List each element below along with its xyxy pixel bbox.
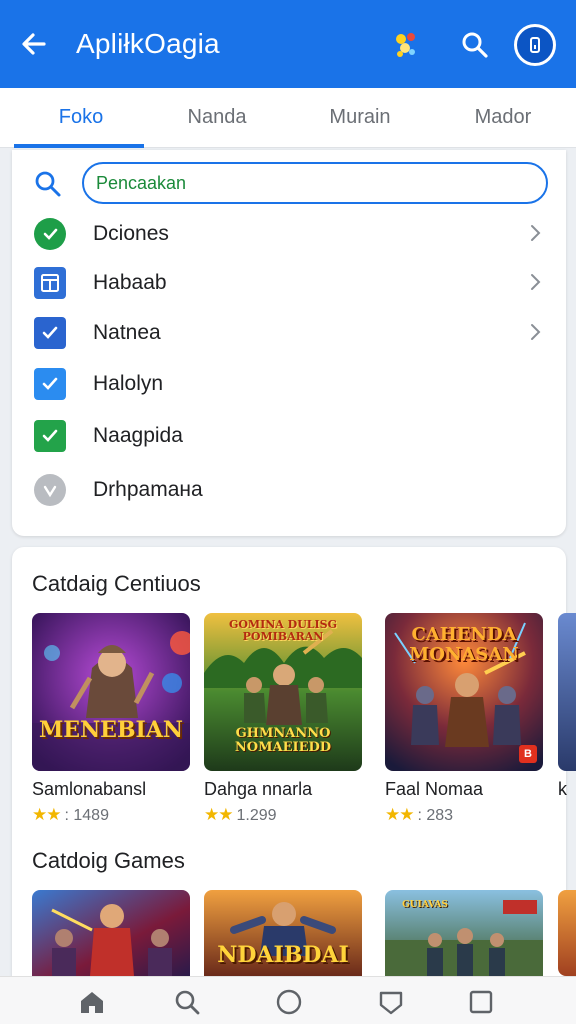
menu-item-label: Dciones [93, 222, 169, 245]
game-rating: ★★: 283 [385, 805, 453, 825]
game-rating: ★★: 1489 [32, 805, 109, 825]
menu-item-label: Drhpamaнa [93, 478, 203, 501]
game-art-title: GHMNANNO NOMAEIEDD [234, 726, 332, 755]
bottom-navigation [0, 976, 576, 1024]
home-icon[interactable] [77, 987, 107, 1017]
game-art-title: MENEBIAN [38, 717, 184, 743]
game-name-peek: k [558, 779, 567, 799]
app-title: ApliłkOagia [76, 28, 220, 59]
square-icon[interactable] [466, 987, 496, 1017]
game-art-title: GUIAVAS [402, 900, 448, 910]
chevron-right-icon [531, 324, 541, 340]
tab-nanda[interactable]: Nanda [145, 106, 289, 129]
back-arrow-icon[interactable] [18, 28, 50, 60]
game-name: Faal Nomaa [385, 779, 484, 799]
window-icon [34, 267, 66, 299]
menu-item-label: Halolyn [93, 372, 164, 395]
search-icon[interactable] [172, 987, 202, 1017]
tab-foko[interactable]: Foko [9, 106, 153, 129]
game-art-title: CAHENDA MONASAN [409, 624, 519, 665]
game-thumbnail[interactable]: NDAIBDAI [204, 890, 362, 976]
search-icon[interactable] [460, 30, 490, 60]
game-badge: B [519, 745, 537, 763]
chevron-right-icon [531, 225, 541, 241]
game-name: Samlonabansl [32, 779, 147, 799]
game-thumbnail[interactable]: MENEBIAN [32, 613, 190, 771]
green-circle-icon [34, 218, 66, 250]
circle-icon[interactable] [274, 987, 304, 1017]
game-art-subtitle: GOMINA DULISG POMIBARAN [228, 618, 338, 643]
profile-icon [530, 37, 540, 53]
menu-item-halolyn[interactable]: Halolyn [12, 359, 566, 409]
game-thumbnail[interactable] [32, 890, 190, 976]
rating-count: : 283 [417, 807, 454, 824]
checkbox-checked-icon [34, 317, 66, 349]
checkbox-checked-light-icon [34, 368, 66, 400]
menu-item-label: Naagpida [93, 424, 183, 447]
shield-icon[interactable] [376, 987, 406, 1017]
star-rating-icon: ★★ [204, 805, 234, 824]
green-check-icon [34, 420, 66, 452]
star-rating-icon: ★★ [385, 805, 415, 824]
tab-bar: Foko Nanda Murain Mador [0, 88, 576, 148]
menu-item-label: Natnea [93, 321, 161, 344]
section-title: Catdaig Centiuos [32, 571, 201, 596]
game-rating: ★★ 1.299 [204, 805, 277, 825]
search-icon[interactable] [34, 170, 62, 198]
game-name: Dahga nnarla [204, 779, 313, 799]
game-thumbnail[interactable]: GUIAVAS [385, 890, 543, 976]
active-tab-indicator [14, 144, 144, 148]
tab-murain[interactable]: Murain [288, 106, 432, 129]
profile-button[interactable] [514, 24, 556, 66]
star-rating-icon: ★★ [32, 805, 62, 824]
section-title: Catdoig Games [32, 848, 185, 873]
game-art-title: NDAIBDAI [217, 942, 349, 968]
app-bar: ApliłkOagia [0, 0, 576, 88]
game-thumbnail-peek[interactable] [558, 890, 576, 976]
menu-item-label: Habaab [93, 271, 167, 294]
game-thumbnail[interactable]: CAHENDA MONASAN B [385, 613, 543, 771]
rating-count: : 1489 [64, 807, 109, 824]
menu-item-dciones[interactable]: Dciones [12, 209, 566, 259]
chevron-right-icon [531, 274, 541, 290]
game-thumbnail[interactable]: GOMINA DULISG POMIBARAN GHMNANNO NOMAEIE… [204, 613, 362, 771]
grey-circle-check-icon [34, 474, 66, 506]
search-input[interactable] [82, 162, 548, 204]
game-thumbnail-peek[interactable] [558, 613, 576, 771]
menu-item-drhpamana[interactable]: Drhpamaнa [12, 465, 566, 515]
menu-item-habaab[interactable]: Habaab [12, 258, 566, 308]
menu-item-naagpida[interactable]: Naagpida [12, 411, 566, 461]
menu-item-natnea[interactable]: Natnea [12, 308, 566, 358]
tab-mador[interactable]: Mador [431, 106, 575, 129]
colored-dots-icon[interactable] [392, 30, 420, 60]
rating-count: 1.299 [236, 807, 277, 824]
